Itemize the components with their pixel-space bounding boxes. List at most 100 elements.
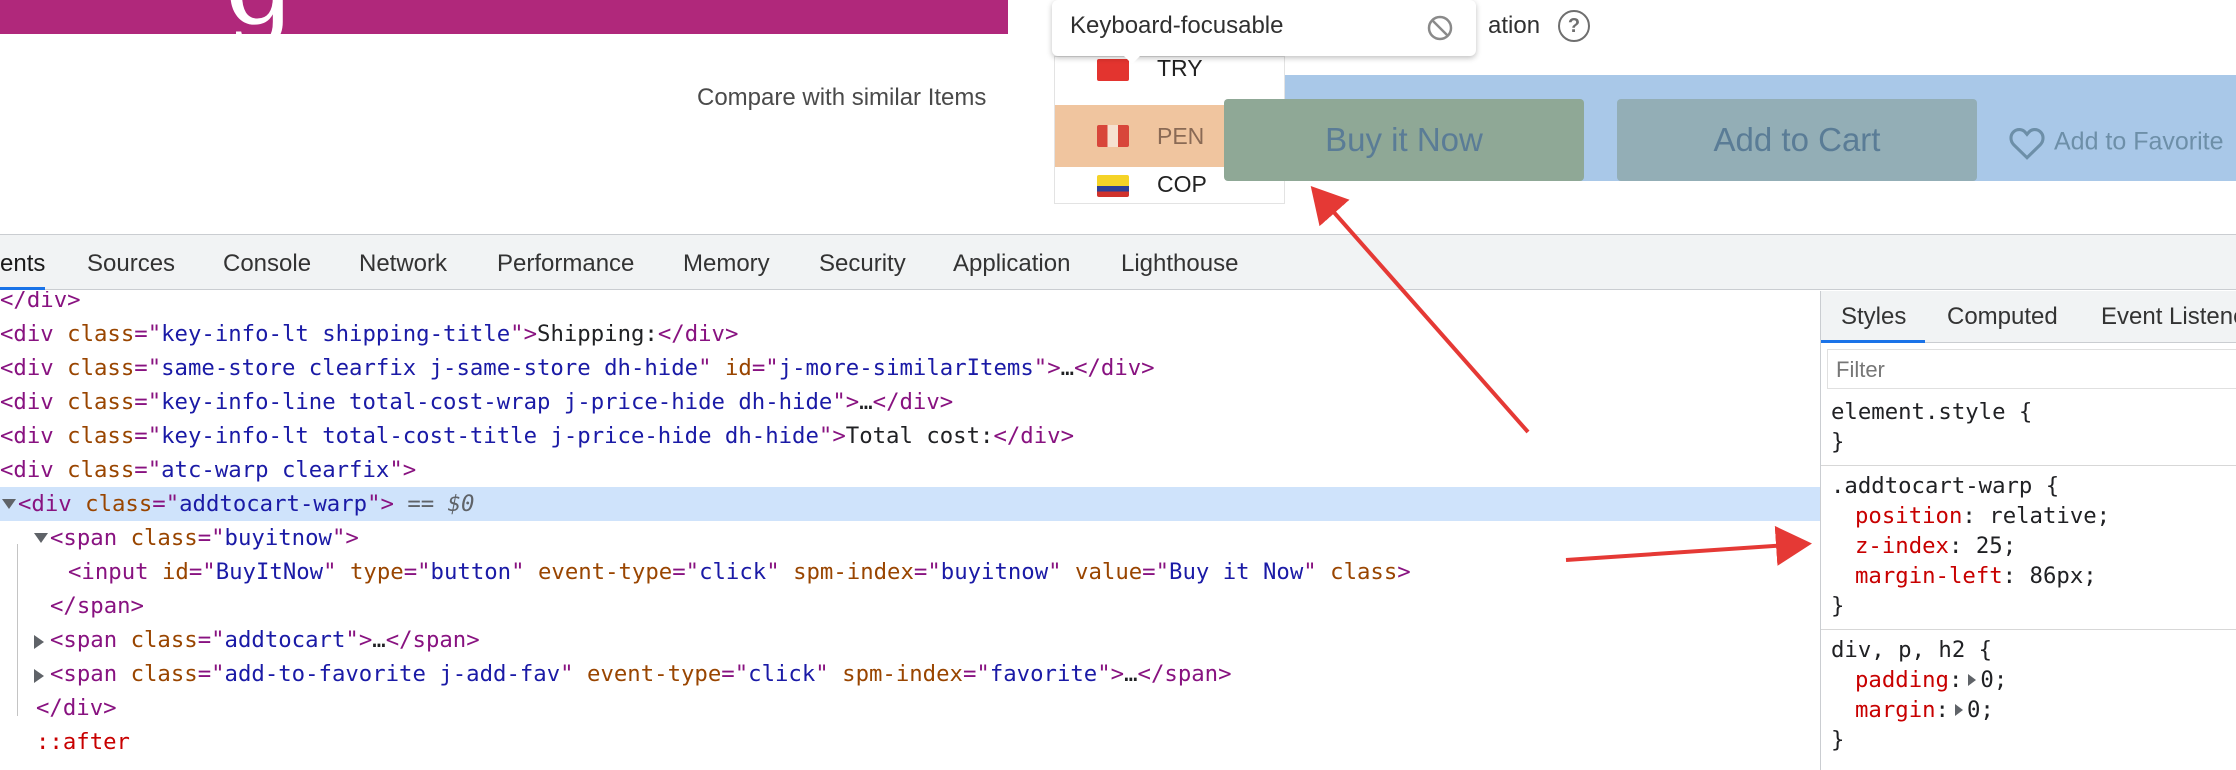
attr-quote: " — [1048, 559, 1062, 585]
peru-flag-icon — [1097, 125, 1129, 147]
attr-quote: " — [560, 661, 574, 687]
attr-quote: " — [766, 559, 780, 585]
add-to-favorite-label: Add to Favorite — [2054, 127, 2224, 156]
css-property: padding — [1855, 667, 1949, 693]
tab-security[interactable]: Security — [819, 250, 906, 278]
tag-name: <span — [50, 525, 118, 551]
attr-name: event-type — [537, 559, 673, 585]
shorthand-expand-icon[interactable] — [1954, 703, 1963, 716]
style-declaration[interactable]: position: relative; — [1855, 501, 2110, 531]
dom-tree-row[interactable]: <div class="atc-warp clearfix"> — [0, 453, 1820, 487]
dom-tree-row[interactable]: <div class="addtocart-warp"> == $0 — [0, 487, 1820, 521]
tag-bracket: > — [1110, 661, 1125, 687]
attr-quote: " — [832, 389, 846, 415]
attr-space — [54, 423, 67, 449]
tab-console[interactable]: Console — [223, 250, 311, 278]
tab-elements[interactable]: ents — [0, 235, 46, 290]
tag-name: <div — [0, 423, 54, 449]
style-rule-selector[interactable]: .addtocart-warp { — [1831, 471, 2059, 501]
attr-space — [337, 559, 350, 585]
add-to-cart-button[interactable]: Add to Cart — [1617, 99, 1977, 181]
attr-name: class — [130, 627, 198, 653]
dom-tree-row[interactable]: <div class="same-store clearfix j-same-s… — [0, 351, 1820, 385]
style-declaration[interactable]: z-index: 25; — [1855, 531, 2016, 561]
add-to-favorite-button[interactable]: Add to Favorite — [2008, 126, 2224, 160]
tab-performance[interactable]: Performance — [497, 250, 634, 278]
tag-name: <div — [0, 389, 54, 415]
dom-tree-row[interactable]: ::after — [0, 725, 1820, 759]
style-rule-selector[interactable]: div, p, h2 { — [1831, 635, 1992, 665]
css-value: 86px; — [2029, 563, 2097, 589]
css-property: position — [1855, 503, 1963, 529]
tag-name: <span — [50, 627, 118, 653]
attr-quote: " — [815, 661, 829, 687]
dom-tree-row[interactable]: </div> — [0, 291, 1820, 317]
dom-tree-row[interactable]: <span class="add-to-favorite j-add-fav" … — [0, 657, 1820, 691]
collapsed-triangle-icon[interactable] — [34, 635, 44, 649]
attr-quote: =" — [197, 661, 225, 687]
currency-option-try[interactable]: TRY — [1055, 57, 1284, 99]
dom-tree-row[interactable]: </div> — [0, 691, 1820, 725]
tab-network[interactable]: Network — [359, 250, 447, 278]
tab-lighthouse[interactable]: Lighthouse — [1121, 250, 1238, 278]
styles-filter-input[interactable] — [1836, 357, 2226, 383]
attr-space — [54, 389, 67, 415]
attr-quote: =" — [188, 559, 216, 585]
expand-triangle-icon[interactable] — [34, 533, 48, 543]
accessibility-tooltip: Keyboard-focusable — [1052, 0, 1476, 56]
dom-tree-row[interactable]: <div class="key-info-lt shipping-title">… — [0, 317, 1820, 351]
tag-name: <div — [0, 321, 54, 347]
attr-space — [117, 627, 130, 653]
attr-quote: " — [323, 559, 337, 585]
style-declaration[interactable]: margin-left: 86px; — [1855, 561, 2097, 591]
attr-name: value — [1075, 559, 1143, 585]
tab-sources[interactable]: Sources — [87, 250, 175, 278]
expand-triangle-icon[interactable] — [2, 499, 16, 509]
attr-quote: =" — [913, 559, 941, 585]
dom-tree-row[interactable]: <span class="buyitnow"> — [0, 521, 1820, 555]
dom-tree-row[interactable]: <div class="key-info-lt total-cost-title… — [0, 419, 1820, 453]
attr-name: class — [67, 423, 135, 449]
attr-space — [829, 661, 842, 687]
shorthand-expand-icon[interactable] — [1968, 673, 1977, 686]
styles-tab-bar: Styles Computed Event Listene — [1821, 291, 2236, 343]
attr-quote: " — [511, 559, 525, 585]
attr-space — [117, 525, 130, 551]
dom-tree-row[interactable]: <span class="addtocart">…</span> — [0, 623, 1820, 657]
css-space — [1976, 503, 1989, 529]
tab-application[interactable]: Application — [953, 250, 1070, 278]
closing-tag: </div> — [0, 291, 81, 313]
collapsed-triangle-icon[interactable] — [34, 669, 44, 683]
colombia-flag-icon — [1097, 175, 1129, 197]
styles-filter-box[interactable] — [1827, 349, 2236, 389]
attr-quote: =" — [134, 321, 162, 347]
dom-tree-row[interactable]: <input id="BuyItNow" type="button" event… — [0, 555, 1820, 589]
tab-memory[interactable]: Memory — [683, 250, 770, 278]
buy-it-now-button[interactable]: Buy it Now — [1224, 99, 1584, 181]
attr-name: class — [67, 355, 135, 381]
dom-tree-row[interactable]: </span> — [0, 589, 1820, 623]
dom-tree-row[interactable]: <div class="key-info-line total-cost-wra… — [0, 385, 1820, 419]
tag-bracket: > — [832, 423, 846, 449]
elements-dom-tree[interactable]: </div> <div class="key-info-lt shipping-t… — [0, 291, 1820, 770]
tag-bracket: > — [523, 321, 538, 347]
tab-computed[interactable]: Computed — [1947, 303, 2058, 331]
attr-value: addtocart-warp — [179, 491, 368, 517]
style-declaration[interactable]: padding: 0; — [1855, 665, 2007, 695]
closing-tag: </div> — [872, 389, 954, 415]
attr-value: add-to-favorite j-add-fav — [224, 661, 561, 687]
tab-styles[interactable]: Styles — [1821, 291, 1925, 343]
closing-tag: </span> — [1137, 661, 1232, 687]
compare-similar-items-link[interactable]: Compare with similar Items — [697, 84, 986, 112]
attr-quote: =" — [134, 457, 162, 483]
help-icon[interactable]: ? — [1558, 10, 1590, 42]
attr-quote: " — [818, 423, 833, 449]
tab-event-listeners[interactable]: Event Listene — [2101, 303, 2236, 331]
style-declaration[interactable]: margin: 0; — [1855, 695, 1994, 725]
attr-space — [117, 661, 130, 687]
text-node: … — [372, 627, 386, 653]
attr-quote: " — [698, 355, 712, 381]
attr-value: atc-warp clearfix — [161, 457, 390, 483]
closing-tag: </span> — [385, 627, 480, 653]
style-rule-selector[interactable]: element.style { — [1831, 397, 2032, 427]
